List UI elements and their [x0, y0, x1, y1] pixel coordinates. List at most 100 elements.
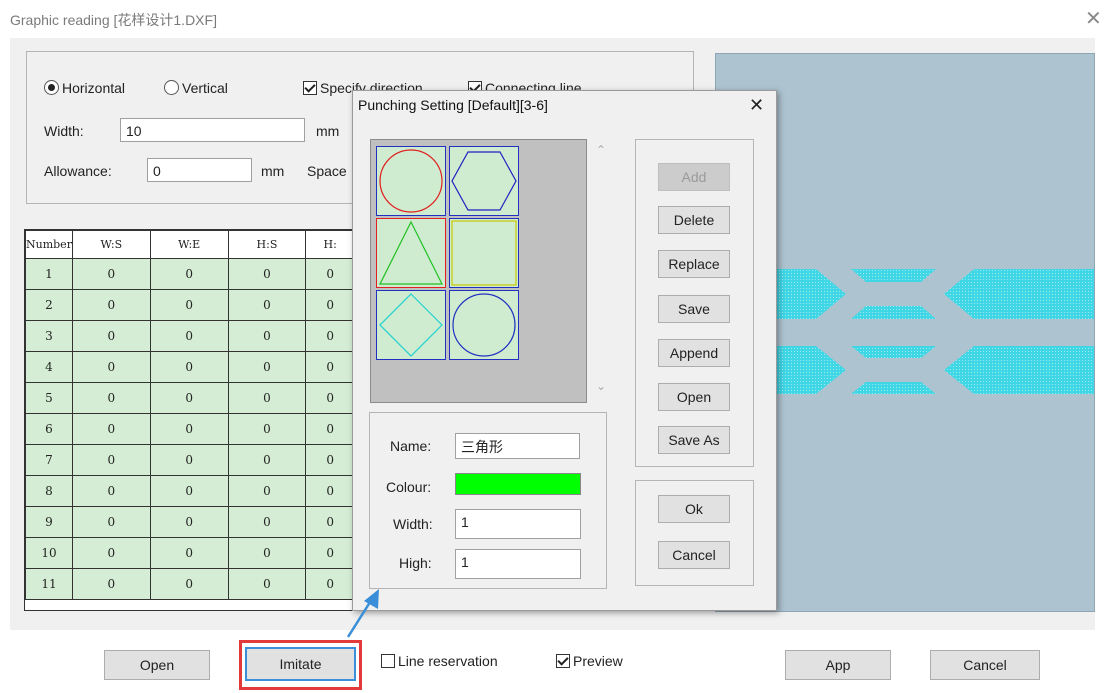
table-row[interactable]: 90000	[25, 506, 355, 538]
table-row[interactable]: 80000	[25, 475, 355, 507]
table-cell[interactable]: 0	[305, 506, 355, 538]
table-cell[interactable]: 0	[71, 413, 151, 445]
ok-button[interactable]: Ok	[658, 495, 730, 523]
table-cell[interactable]: 0	[305, 444, 355, 476]
cancel-button[interactable]: Cancel	[658, 541, 730, 569]
table-header-cell: H:	[305, 230, 355, 259]
table-cell[interactable]: 0	[305, 351, 355, 383]
punching-setting-dialog: Punching Setting [Default][3-6] ✕ ⌃ ⌄ Na…	[352, 90, 777, 611]
shape-tile-circle[interactable]	[376, 146, 446, 216]
allowance-input[interactable]: 0	[147, 158, 252, 182]
radio-indicator	[164, 80, 179, 95]
line-reservation-checkbox[interactable]: Line reservation	[381, 653, 498, 669]
vertical-radio[interactable]: Vertical	[164, 80, 228, 96]
table-cell[interactable]: 0	[305, 289, 355, 321]
shape-tile-hexagon[interactable]	[449, 146, 519, 216]
table-cell[interactable]: 0	[305, 537, 355, 569]
table-row[interactable]: 11 0 0 0 0	[25, 568, 355, 600]
pattern-shape	[768, 269, 846, 319]
table-row[interactable]: 60000	[25, 413, 355, 445]
table-cell[interactable]: 0	[149, 413, 229, 445]
table-cell[interactable]: 0	[71, 475, 151, 507]
table-cell: 6	[25, 413, 73, 445]
shape-tile-diamond[interactable]	[376, 290, 446, 360]
delete-button[interactable]: Delete	[658, 206, 730, 234]
table-cell[interactable]: 0	[227, 537, 307, 569]
table-cell[interactable]: 0	[227, 568, 307, 600]
high-label: High:	[399, 555, 432, 571]
table-cell[interactable]: 0	[149, 568, 229, 600]
table-cell[interactable]: 0	[305, 320, 355, 352]
add-button[interactable]: Add	[658, 163, 730, 191]
scroll-up-arrow[interactable]: ⌃	[596, 143, 606, 157]
app-button[interactable]: App	[785, 650, 891, 680]
table-row[interactable]: 40000	[25, 351, 355, 383]
table-cell[interactable]: 0	[71, 568, 151, 600]
replace-button[interactable]: Replace	[658, 250, 730, 278]
table-cell[interactable]: 0	[227, 444, 307, 476]
table-row[interactable]: 20000	[25, 289, 355, 321]
table-row[interactable]: 30000	[25, 320, 355, 352]
high-input[interactable]: 1	[455, 549, 581, 579]
table-cell[interactable]: 0	[71, 444, 151, 476]
table-cell[interactable]: 0	[227, 258, 307, 290]
table-cell[interactable]: 0	[227, 382, 307, 414]
name-input[interactable]: 三角形	[455, 433, 580, 459]
table-cell[interactable]: 0	[71, 382, 151, 414]
table-cell[interactable]: 0	[227, 289, 307, 321]
scroll-down-arrow[interactable]: ⌄	[596, 379, 606, 393]
table-cell[interactable]: 0	[149, 537, 229, 569]
table-cell[interactable]: 0	[71, 289, 151, 321]
table-row[interactable]: 10 0 0 0 0	[25, 537, 355, 569]
table-cell[interactable]: 0	[227, 351, 307, 383]
cancel-main-button[interactable]: Cancel	[930, 650, 1040, 680]
shape-tile-square[interactable]	[449, 218, 519, 288]
table-cell[interactable]: 0	[149, 258, 229, 290]
table-cell[interactable]: 0	[227, 475, 307, 507]
table-cell[interactable]: 0	[149, 506, 229, 538]
callout-arrow	[346, 589, 379, 638]
table-row[interactable]: 10000	[25, 258, 355, 290]
table-cell[interactable]: 0	[71, 258, 151, 290]
shape-library[interactable]	[370, 139, 587, 403]
width-input[interactable]: 10	[120, 118, 305, 142]
table-cell[interactable]: 0	[227, 506, 307, 538]
table-cell[interactable]: 0	[305, 413, 355, 445]
table-cell[interactable]: 0	[305, 382, 355, 414]
horizontal-radio[interactable]: Horizontal	[44, 80, 125, 96]
open-button[interactable]: Open	[658, 383, 730, 411]
table-header-cell: Number	[25, 230, 73, 259]
append-button[interactable]: Append	[658, 339, 730, 367]
diamond-icon	[379, 293, 443, 357]
open-button[interactable]: Open	[104, 650, 210, 680]
window-title: Graphic reading [花样设计1.DXF]	[10, 12, 217, 28]
table-row[interactable]: 70000	[25, 444, 355, 476]
width-input[interactable]: 1	[455, 509, 581, 539]
save-as-button[interactable]: Save As	[658, 426, 730, 454]
table-cell[interactable]: 0	[71, 537, 151, 569]
colour-swatch[interactable]	[455, 473, 581, 495]
shape-tile-triangle[interactable]	[376, 218, 446, 288]
table-cell[interactable]: 0	[149, 475, 229, 507]
table-cell: 3	[25, 320, 73, 352]
table-cell[interactable]: 0	[227, 320, 307, 352]
dialog-close-button[interactable]: ✕	[749, 95, 764, 116]
table-cell: 5	[25, 382, 73, 414]
table-cell[interactable]: 0	[71, 506, 151, 538]
save-button[interactable]: Save	[658, 295, 730, 323]
table-cell[interactable]: 0	[149, 444, 229, 476]
table-cell[interactable]: 0	[227, 413, 307, 445]
table-cell[interactable]: 0	[305, 475, 355, 507]
preview-checkbox[interactable]: Preview	[556, 653, 623, 669]
table-cell[interactable]: 0	[149, 289, 229, 321]
table-cell[interactable]: 0	[149, 351, 229, 383]
checkbox-indicator	[556, 654, 570, 668]
table-row[interactable]: 50000	[25, 382, 355, 414]
table-cell[interactable]: 0	[149, 382, 229, 414]
table-cell[interactable]: 0	[71, 320, 151, 352]
table-cell[interactable]: 0	[305, 258, 355, 290]
table-cell[interactable]: 0	[149, 320, 229, 352]
window-close-button[interactable]: ✕	[1085, 6, 1102, 31]
table-cell[interactable]: 0	[71, 351, 151, 383]
shape-tile-circle-blue[interactable]	[449, 290, 519, 360]
